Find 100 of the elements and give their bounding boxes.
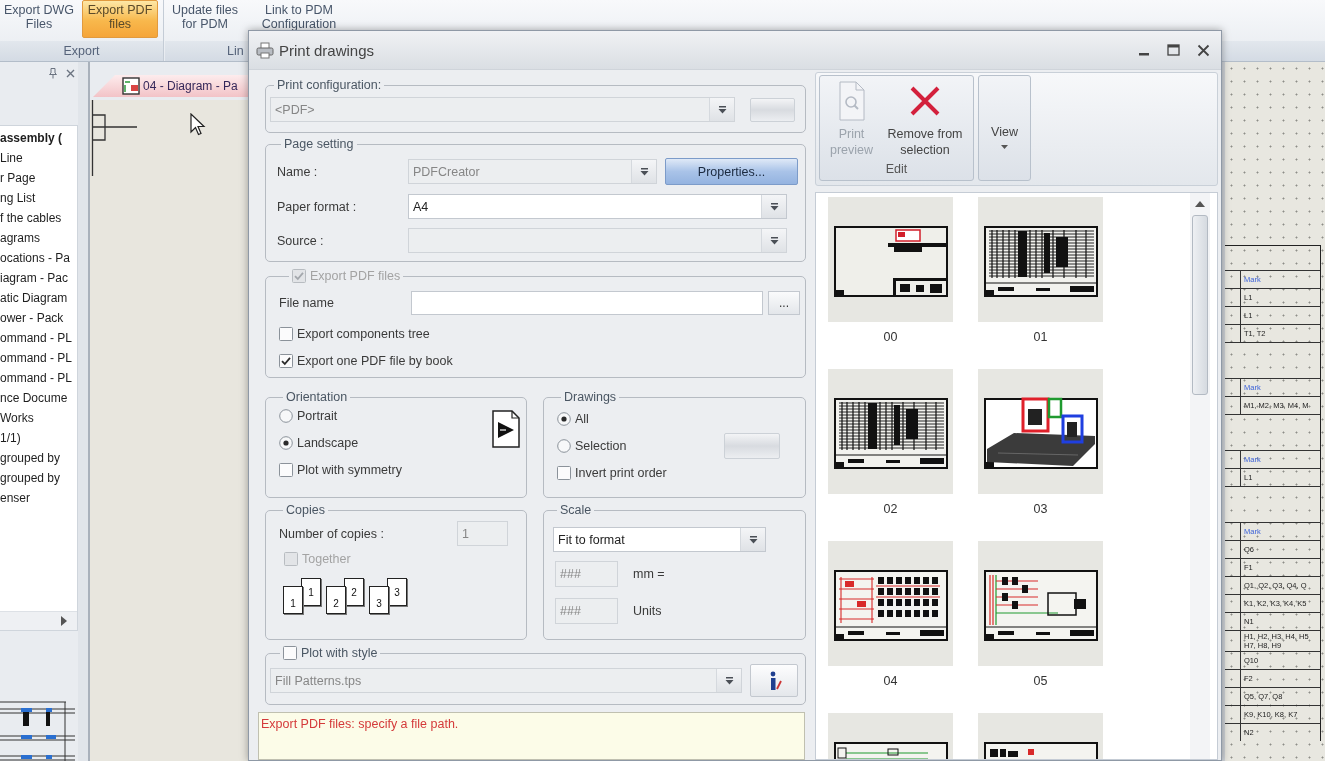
thumbnail-label: 02 <box>883 502 898 516</box>
group-title: Orientation <box>285 390 349 405</box>
field-label: Name : <box>277 164 319 179</box>
drawing-thumbnail[interactable] <box>828 197 953 322</box>
radio-label: Portrait <box>297 409 338 423</box>
tree-item[interactable]: ocations - Pa <box>0 248 77 268</box>
file-name-field[interactable] <box>411 291 763 315</box>
checkbox-label: Plot with style <box>301 645 378 661</box>
dropdown-arrow-icon <box>769 202 779 211</box>
tree-item[interactable]: ower - Pack <box>0 308 77 328</box>
ribbon-button[interactable]: Export PDF files <box>82 0 158 38</box>
remove-button[interactable]: Remove from selection <box>881 76 969 158</box>
close-icon[interactable] <box>66 69 75 78</box>
checkbox-label: Together <box>302 552 351 566</box>
page-sheet: 1 <box>283 586 303 614</box>
radio-label: Selection <box>575 439 627 453</box>
drawing-thumbnail[interactable] <box>828 369 953 494</box>
tree-item[interactable]: Line <box>0 148 77 168</box>
tree-item[interactable]: grouped by <box>0 468 77 488</box>
ribbon-group-label: Lin <box>227 44 244 58</box>
field-label: Source : <box>277 233 325 248</box>
checkbox-label: Export components tree <box>297 327 430 341</box>
radio-button[interactable] <box>557 439 571 453</box>
checkbox-label: Plot with symmetry <box>297 463 402 477</box>
checkbox[interactable] <box>279 463 293 477</box>
page-sheet: 2 <box>326 586 346 614</box>
thumbnail-label: 03 <box>1033 502 1048 516</box>
group-title: Drawings <box>563 390 618 405</box>
radio-button[interactable] <box>279 409 293 423</box>
drawing-thumbnail[interactable] <box>978 369 1103 494</box>
caret-icon <box>1001 145 1008 149</box>
tree-item[interactable]: ommand - PL <box>0 368 77 388</box>
thumbnail-label: 04 <box>883 674 898 688</box>
properties-button[interactable]: Properties... <box>665 158 798 185</box>
radio-button[interactable] <box>557 412 571 426</box>
radio-label: All <box>575 412 589 426</box>
field-label: Number of copies : <box>279 526 384 541</box>
drawing-thumbnail[interactable] <box>978 541 1103 666</box>
document-tab[interactable]: 04 - Diagram - Pa <box>93 75 248 97</box>
thumbnail-label: 05 <box>1033 674 1048 688</box>
view-button[interactable]: View <box>979 76 1030 180</box>
printer-icon <box>256 41 274 59</box>
cross-icon <box>909 86 941 116</box>
ribbon-button[interactable]: Link to PDM Configuration <box>257 0 341 30</box>
tree-item[interactable]: grouped by <box>0 448 77 468</box>
thumbnail-label: 01 <box>1033 330 1048 344</box>
dialog-title: Print drawings <box>279 41 375 59</box>
field-label: Paper format : <box>277 199 358 214</box>
page-orientation-icon <box>492 410 520 448</box>
drawing-thumbnail[interactable] <box>828 713 953 759</box>
scroll-up-icon[interactable] <box>1195 201 1205 207</box>
tree-item[interactable]: atic Diagram <box>0 288 77 308</box>
scale-select[interactable]: Fit to format <box>553 527 766 552</box>
tree-item[interactable]: ommand - PL <box>0 328 77 348</box>
dropdown-arrow-icon <box>724 676 734 685</box>
unit-label: Units <box>633 604 662 618</box>
scrollbar-thumb[interactable] <box>1192 215 1208 395</box>
drawing-thumbnail[interactable] <box>828 541 953 666</box>
error-message: Export PDF files: specify a file path. <box>261 717 459 731</box>
tree-item[interactable]: enser <box>0 488 77 508</box>
checkbox-label: Export one PDF file by book <box>297 354 453 368</box>
drawing-thumbnail[interactable] <box>978 713 1103 759</box>
close-icon[interactable] <box>1197 43 1210 57</box>
tree-item[interactable]: ommand - PL <box>0 348 77 368</box>
dropdown-arrow-icon <box>717 105 727 114</box>
tree-item[interactable]: agrams <box>0 228 77 248</box>
paper-format-select[interactable]: A4 <box>408 194 787 219</box>
tree-item[interactable]: iagram - Pac <box>0 268 77 288</box>
group-title: Page setting <box>283 137 355 152</box>
page-sheet: 3 <box>369 586 389 614</box>
cursor-icon <box>190 113 206 137</box>
scroll-right-icon[interactable] <box>61 616 67 626</box>
tree-item[interactable]: nce Docume <box>0 388 77 408</box>
tree-item[interactable]: Works <box>0 408 77 428</box>
thumbnail-label: 00 <box>883 330 898 344</box>
dropdown-arrow-icon <box>748 535 758 544</box>
page-magnifier-icon <box>838 81 865 121</box>
ribbon-group-label: Export <box>63 44 100 58</box>
group-title: Copies <box>285 503 326 518</box>
dropdown-arrow-icon <box>639 167 649 176</box>
document-icon <box>122 77 140 95</box>
maximize-icon[interactable] <box>1167 44 1180 56</box>
field-label: File name <box>279 296 335 310</box>
checkbox[interactable] <box>557 466 571 480</box>
tree-item[interactable]: ng List <box>0 188 77 208</box>
ribbon-button[interactable]: Export DWG Files <box>0 0 78 30</box>
tree-item[interactable]: f the cables <box>0 208 77 228</box>
ribbon-button[interactable]: Update files for PDM <box>165 0 245 30</box>
info-button[interactable] <box>750 664 798 697</box>
radio-button[interactable] <box>279 436 293 450</box>
unit-label: mm = <box>633 567 665 581</box>
radio-label: Landscape <box>297 436 359 450</box>
checkbox-label: Invert print order <box>575 466 667 480</box>
pin-icon[interactable] <box>49 68 57 79</box>
tree-item[interactable]: assembly ( <box>0 128 77 148</box>
tree-item[interactable]: 1/1) <box>0 428 77 448</box>
tree-item[interactable]: r Page <box>0 168 77 188</box>
checkbox-label: Export PDF files <box>310 268 401 284</box>
group-title: Print configuration: <box>276 78 383 93</box>
drawing-thumbnail[interactable] <box>978 197 1103 322</box>
